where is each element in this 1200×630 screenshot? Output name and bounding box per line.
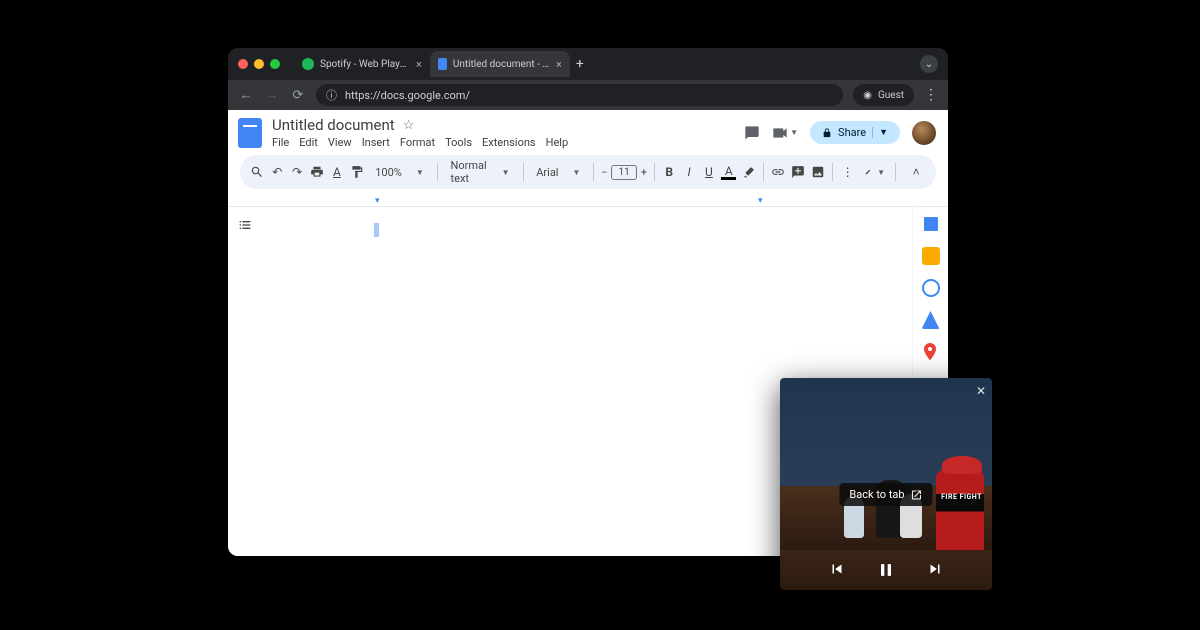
document-title[interactable]: Untitled document (272, 116, 395, 134)
tab-close-icon[interactable]: × (556, 58, 562, 71)
keep-addon-icon[interactable] (922, 247, 940, 265)
guest-icon: ◉ (863, 90, 872, 101)
font-size-increase[interactable]: + (641, 166, 647, 179)
insert-image-icon[interactable] (811, 161, 826, 183)
docs-favicon-icon (438, 58, 447, 70)
highlight-icon[interactable] (741, 161, 756, 183)
pip-pause-icon[interactable] (876, 560, 896, 580)
tab-strip: Spotify - Web Player: Music f × Untitled… (294, 48, 584, 80)
toolbar: ↶ ↷ A 100%▼ Normal text▼ Arial▼ − (240, 155, 936, 189)
editing-mode-button[interactable]: ▼ (865, 161, 885, 183)
tab-docs[interactable]: Untitled document - Google D × (430, 51, 570, 77)
tasks-addon-icon[interactable] (922, 279, 940, 297)
window-controls (238, 59, 280, 69)
zoom-select[interactable]: 100%▼ (369, 166, 430, 179)
open-in-new-icon (911, 489, 923, 501)
menu-tools[interactable]: Tools (445, 136, 472, 149)
spellcheck-icon[interactable]: A (330, 161, 345, 183)
meet-icon[interactable]: ▼ (772, 127, 798, 139)
zoom-value: 100% (375, 166, 402, 179)
menu-view[interactable]: View (328, 136, 352, 149)
menu-help[interactable]: Help (546, 136, 569, 149)
docs-home-icon[interactable] (238, 118, 262, 148)
menu-insert[interactable]: Insert (362, 136, 390, 149)
menu-file[interactable]: File (272, 136, 289, 149)
text-cursor (374, 223, 379, 237)
pip-back-label: Back to tab (849, 488, 904, 501)
search-menus-icon[interactable] (250, 161, 265, 183)
account-avatar[interactable] (912, 121, 936, 145)
address-bar: ← → ⟳ ⓘ https://docs.google.com/ ◉ Guest… (228, 80, 948, 110)
calendar-addon-icon[interactable] (922, 215, 940, 233)
ruler[interactable]: ▾ ▾ (228, 195, 948, 207)
more-tools-icon[interactable]: ⋮ (840, 161, 855, 183)
maximize-window-button[interactable] (270, 59, 280, 69)
font-size-decrease[interactable]: − (601, 166, 607, 179)
pip-jacket-text: FIRE FIGHT (941, 494, 982, 502)
pip-next-icon[interactable] (926, 560, 944, 580)
paint-format-icon[interactable] (349, 161, 364, 183)
close-window-button[interactable] (238, 59, 248, 69)
style-select[interactable]: Normal text▼ (445, 159, 516, 185)
left-indent-marker[interactable]: ▾ (375, 196, 380, 206)
right-indent-marker[interactable]: ▾ (758, 196, 763, 206)
redo-icon[interactable]: ↷ (290, 161, 305, 183)
lock-icon (822, 127, 832, 139)
url-field[interactable]: ⓘ https://docs.google.com/ (316, 84, 843, 106)
spotify-favicon-icon (302, 58, 314, 70)
menu-extensions[interactable]: Extensions (482, 136, 536, 149)
tab-spotify[interactable]: Spotify - Web Player: Music f × (294, 51, 430, 77)
share-label: Share (838, 126, 866, 139)
pip-previous-icon[interactable] (828, 560, 846, 580)
font-value: Arial (536, 166, 558, 179)
pip-close-icon[interactable]: ✕ (976, 384, 986, 398)
underline-icon[interactable]: U (701, 161, 716, 183)
italic-icon[interactable]: I (682, 161, 697, 183)
pip-back-to-tab-button[interactable]: Back to tab (839, 483, 932, 506)
menu-bar: File Edit View Insert Format Tools Exten… (272, 136, 568, 149)
add-comment-icon[interactable] (791, 161, 806, 183)
reload-button[interactable]: ⟳ (290, 88, 306, 103)
collapse-toolbar-icon[interactable]: ˄ (906, 161, 926, 183)
profile-chip[interactable]: ◉ Guest (853, 84, 914, 106)
font-select[interactable]: Arial▼ (530, 166, 586, 179)
new-tab-button[interactable]: + (576, 56, 584, 72)
back-button[interactable]: ← (238, 87, 254, 103)
text-color-icon[interactable]: A (721, 164, 736, 180)
font-size-input[interactable]: 11 (611, 165, 636, 180)
tab-close-icon[interactable]: × (416, 58, 422, 71)
tab-title: Untitled document - Google D (453, 59, 550, 70)
outline-toggle[interactable] (228, 207, 262, 556)
minimize-window-button[interactable] (254, 59, 264, 69)
share-button[interactable]: Share ▼ (810, 121, 900, 144)
undo-icon[interactable]: ↶ (270, 161, 285, 183)
print-icon[interactable] (310, 161, 325, 183)
docs-header: Untitled document ☆ File Edit View Inser… (228, 110, 948, 151)
tab-title: Spotify - Web Player: Music f (320, 59, 410, 70)
maps-addon-icon[interactable] (922, 343, 940, 361)
pip-controls (780, 560, 992, 580)
menu-edit[interactable]: Edit (299, 136, 318, 149)
comment-history-icon[interactable] (744, 125, 760, 141)
forward-button[interactable]: → (264, 87, 280, 103)
url-text: https://docs.google.com/ (345, 89, 470, 102)
style-value: Normal text (451, 159, 488, 185)
contacts-addon-icon[interactable] (922, 311, 940, 329)
site-info-icon[interactable]: ⓘ (326, 87, 337, 103)
guest-label: Guest (878, 90, 904, 101)
bold-icon[interactable]: B (662, 161, 677, 183)
share-dropdown-icon[interactable]: ▼ (872, 127, 888, 138)
pip-window[interactable]: FIRE FIGHT ✕ Back to tab (780, 378, 992, 590)
titlebar: Spotify - Web Player: Music f × Untitled… (228, 48, 948, 80)
font-size-control: − 11 + (601, 165, 647, 180)
insert-link-icon[interactable] (771, 161, 786, 183)
browser-menu-button[interactable]: ⋮ (924, 87, 938, 103)
tab-search-button[interactable]: ⌄ (920, 55, 938, 73)
menu-format[interactable]: Format (400, 136, 435, 149)
star-icon[interactable]: ☆ (403, 118, 415, 133)
